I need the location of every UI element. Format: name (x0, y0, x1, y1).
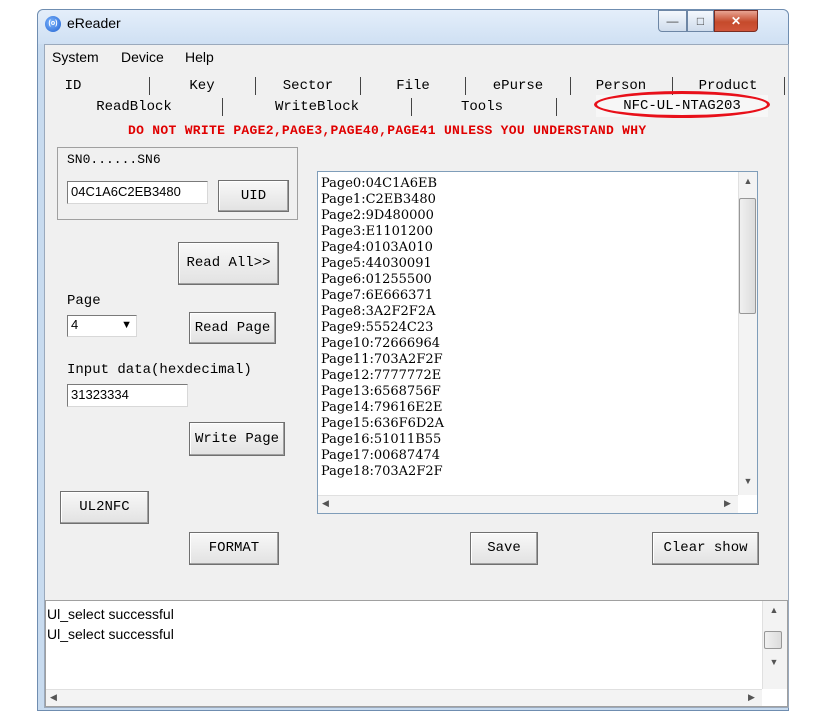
close-button[interactable]: ✕ (714, 10, 758, 32)
uid-button[interactable]: UID (218, 180, 289, 212)
list-item[interactable]: Page0:04C1A6EB (321, 176, 444, 192)
scroll-right-icon[interactable]: ▶ (724, 498, 731, 509)
highlight-oval (594, 91, 770, 118)
tab-epurse[interactable]: ePurse (466, 75, 570, 97)
scroll-left-icon[interactable]: ◀ (322, 498, 329, 509)
scroll-thumb[interactable] (764, 631, 782, 649)
list-item[interactable]: Page15:636F6D2A (321, 416, 444, 432)
list-item[interactable]: Page17:00687474 (321, 448, 444, 464)
tab-file[interactable]: File (361, 75, 465, 97)
list-item[interactable]: Page9:55524C23 (321, 320, 444, 336)
list-item[interactable]: Page11:703A2F2F (321, 352, 444, 368)
format-button[interactable]: FORMAT (189, 532, 279, 565)
list-item[interactable]: Page6:01255500 (321, 272, 444, 288)
list-item[interactable]: Page10:72666964 (321, 336, 444, 352)
sn-label: SN0......SN6 (67, 152, 161, 167)
list-item: Ul_select successful (47, 606, 174, 622)
save-button[interactable]: Save (470, 532, 538, 565)
page-list: Page0:04C1A6EB Page1:C2EB3480 Page2:9D4800… (321, 176, 444, 480)
app-logo-icon: (o) (45, 16, 61, 32)
list-item[interactable]: Page8:3A2F2F2A (321, 304, 444, 320)
scroll-left-icon[interactable]: ◀ (50, 692, 57, 703)
page-select[interactable]: 4 ▼ (67, 315, 137, 337)
tab-readblock[interactable]: ReadBlock (48, 96, 220, 118)
list-item[interactable]: Page13:6568756F (321, 384, 444, 400)
list-item[interactable]: Page4:0103A010 (321, 240, 444, 256)
tab-divider (784, 77, 785, 95)
list-item[interactable]: Page16:51011B55 (321, 432, 444, 448)
minimize-button[interactable]: — (658, 10, 687, 32)
page-label: Page (67, 293, 101, 309)
scroll-right-icon[interactable]: ▶ (748, 692, 755, 703)
scroll-up-icon[interactable]: ▲ (740, 176, 756, 186)
clear-show-button[interactable]: Clear show (652, 532, 759, 565)
input-data-field[interactable]: 31323334 (67, 384, 188, 407)
list-item[interactable]: Page5:44030091 (321, 256, 444, 272)
page-list-hscroll[interactable] (318, 495, 738, 513)
window-title: eReader (67, 15, 121, 31)
list-item[interactable]: Page3:E1101200 (321, 224, 444, 240)
scroll-down-icon[interactable]: ▼ (740, 476, 756, 486)
scroll-up-icon[interactable]: ▲ (766, 605, 782, 615)
chevron-down-icon[interactable]: ▼ (121, 317, 132, 333)
page-select-value: 4 (71, 317, 79, 332)
list-item[interactable]: Page18:703A2F2F (321, 464, 444, 480)
list-item[interactable]: Page12:7777772E (321, 368, 444, 384)
log-list: Ul_select successful Ul_select successful (47, 604, 174, 644)
list-item[interactable]: Page14:79616E2E (321, 400, 444, 416)
write-page-button[interactable]: Write Page (189, 422, 285, 456)
menu-system[interactable]: System (52, 49, 99, 65)
input-data-label: Input data(hexdecimal) (67, 362, 252, 378)
list-item: Ul_select successful (47, 626, 174, 642)
tab-key[interactable]: Key (150, 75, 254, 97)
log-hscroll[interactable] (46, 689, 762, 706)
scroll-down-icon[interactable]: ▼ (766, 657, 782, 667)
list-item[interactable]: Page1:C2EB3480 (321, 192, 444, 208)
menu-device[interactable]: Device (121, 49, 164, 65)
list-item[interactable]: Page7:6E666371 (321, 288, 444, 304)
tab-sector[interactable]: Sector (256, 75, 360, 97)
read-page-button[interactable]: Read Page (189, 312, 276, 344)
ul2nfc-button[interactable]: UL2NFC (60, 491, 149, 524)
warning-text: DO NOT WRITE PAGE2,PAGE3,PAGE40,PAGE41 U… (128, 123, 647, 138)
tab-writeblock[interactable]: WriteBlock (223, 96, 411, 118)
tab-tools[interactable]: Tools (412, 96, 552, 118)
sn-input[interactable]: 04C1A6C2EB3480 (67, 181, 208, 204)
scroll-thumb[interactable] (739, 198, 756, 314)
list-item[interactable]: Page2:9D480000 (321, 208, 444, 224)
tab-id[interactable]: ID (48, 75, 98, 97)
tab-divider (556, 98, 557, 116)
menu-help[interactable]: Help (185, 49, 214, 65)
read-all-button[interactable]: Read All>> (178, 242, 279, 285)
maximize-button[interactable]: □ (687, 10, 714, 32)
